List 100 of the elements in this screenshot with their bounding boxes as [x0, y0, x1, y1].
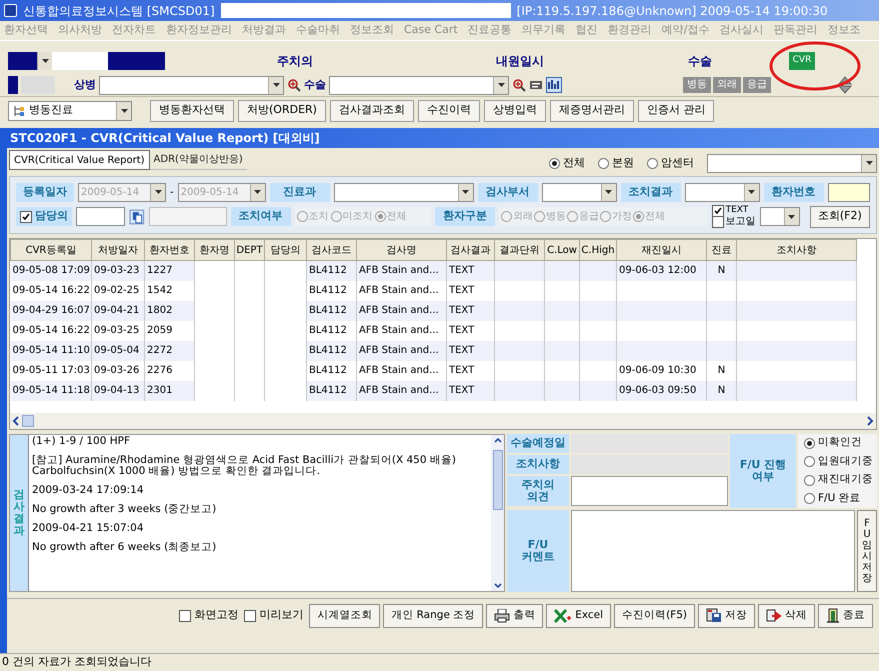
toolbar-button[interactable]: 상병입력 — [484, 100, 546, 122]
progress-radio[interactable] — [804, 493, 815, 504]
toolbar-button[interactable]: 수진이력 — [418, 100, 480, 122]
column-header[interactable]: 검사명 — [356, 240, 446, 260]
action-button[interactable]: 출력 — [486, 604, 544, 628]
site-radio[interactable] — [549, 158, 560, 168]
comment-field[interactable] — [571, 510, 855, 592]
option-checkbox[interactable] — [179, 610, 192, 622]
scroll-thumb[interactable] — [492, 450, 502, 510]
patient-type-option-label: 외래 — [513, 210, 534, 224]
status-text: 0 건의 자료가 조회되었습니다 — [1, 654, 152, 670]
patient-type-option-label: 응급 — [579, 210, 600, 224]
site-label: 암센터 — [661, 154, 694, 171]
zoom-icon[interactable] — [512, 78, 526, 92]
progress-radio[interactable] — [804, 474, 815, 486]
action-button[interactable]: 수진이력(F5) — [614, 604, 695, 628]
cvr-button[interactable]: CVR — [789, 52, 815, 70]
action-button[interactable]: 개인 Range 조정 — [383, 604, 484, 628]
report-date-checkbox[interactable] — [712, 216, 724, 228]
progress-radio[interactable] — [804, 456, 815, 468]
column-header[interactable]: 검사코드 — [306, 240, 356, 260]
range-dash: - — [170, 186, 174, 200]
option-checkbox[interactable] — [244, 610, 256, 622]
table-cell: BL4112 — [306, 380, 356, 400]
column-header[interactable]: 담당의 — [264, 240, 306, 260]
action-taken-label: 조치사항 — [507, 455, 569, 474]
option-label: 미리보기 — [259, 607, 304, 624]
action-option-label: 전체 — [386, 210, 407, 224]
result-text: 2009-03-24 17:09:14 — [32, 485, 145, 496]
card-icon[interactable] — [529, 79, 543, 91]
up-down-arrow-icon[interactable] — [838, 76, 852, 94]
doctor-filter-label: 담당의 — [35, 208, 68, 224]
mode-combo[interactable]: 병동진료 — [8, 100, 132, 120]
doctor-checkbox[interactable] — [20, 210, 32, 222]
mode-value: 병동진료 — [29, 102, 74, 118]
progress-label: F/U 진행여부 — [730, 434, 796, 508]
toolbar-button[interactable]: 병동환자선택 — [150, 100, 234, 122]
action-button[interactable]: Excel — [546, 604, 612, 628]
column-header[interactable]: DEPT — [234, 240, 264, 260]
reg-date-label: 등록일자 — [16, 182, 74, 202]
column-header[interactable]: 환자명 — [194, 240, 234, 260]
column-header[interactable]: 재진일시 — [616, 240, 706, 260]
progress-option-label: 입원대기중 — [818, 454, 873, 469]
column-header[interactable]: CVR등록일 — [10, 240, 92, 260]
table-cell: 09-06-03 09:50 — [616, 380, 706, 400]
patient-id-field[interactable] — [8, 52, 52, 70]
column-header[interactable]: C.High — [580, 240, 616, 260]
text-option-label: TEXT — [726, 206, 748, 215]
action-button[interactable]: 저장 — [698, 604, 755, 628]
doctor-field[interactable] — [76, 207, 126, 226]
column-header[interactable]: 결과단위 — [494, 240, 544, 260]
report-date-label: 보고일 — [726, 216, 756, 226]
exit-icon — [826, 608, 840, 623]
copy-icon[interactable] — [129, 208, 145, 224]
site-radio[interactable] — [598, 158, 609, 168]
tree-icon — [13, 104, 25, 116]
connection-info: [IP:119.5.197.186@Unknown] 2009-05-14 19:00:30 — [516, 2, 828, 20]
vertical-scrollbar[interactable] — [491, 435, 504, 591]
chart-icon[interactable] — [546, 77, 562, 93]
surgery-field-label: 수술 — [304, 76, 326, 93]
surgery-label: 수술 — [687, 53, 713, 70]
action-button[interactable]: 종료 — [818, 604, 873, 628]
scroll-left-icon[interactable] — [12, 416, 20, 426]
action-option-label: 미조치 — [342, 210, 373, 224]
window-title: 신통합의료정보시스템 [SMCSD01] — [23, 2, 215, 20]
column-header[interactable]: 처방일자 — [92, 240, 144, 260]
result-text: 2009-04-21 15:07:04 — [32, 523, 145, 534]
zoom-icon[interactable] — [287, 78, 301, 92]
save-icon — [706, 608, 722, 623]
action-result-label: 조치결과 — [620, 182, 681, 202]
tab[interactable]: CVR(Critical Value Report) — [9, 150, 150, 170]
column-header[interactable]: 환자번호 — [144, 240, 194, 260]
column-header[interactable]: 조치사항 — [736, 240, 856, 260]
scroll-up-icon[interactable] — [494, 437, 502, 443]
action-button[interactable]: 삭제 — [758, 604, 815, 628]
patient-type-label: 환자구분 — [435, 207, 496, 226]
scroll-thumb[interactable] — [22, 415, 34, 427]
toolbar-button[interactable]: 처방(ORDER) — [238, 100, 326, 122]
opinion-field[interactable] — [571, 476, 728, 506]
column-header[interactable]: C.Low — [544, 240, 580, 260]
toolbar-button[interactable]: 제증명서관리 — [550, 100, 634, 122]
column-header[interactable]: 검사결과 — [446, 240, 494, 260]
site-radio[interactable] — [647, 158, 658, 168]
action-label: 조치여부 — [230, 207, 291, 226]
horizontal-scrollbar[interactable] — [10, 413, 876, 429]
temp-save-button[interactable]: FU임시저장 — [857, 510, 877, 592]
scroll-down-icon[interactable] — [494, 582, 502, 589]
app-icon — [4, 4, 17, 17]
toolbar-button[interactable]: 인증서 관리 — [638, 100, 714, 122]
text-checkbox[interactable] — [712, 204, 724, 216]
scroll-right-icon[interactable] — [866, 416, 874, 426]
toolbar-button[interactable]: 검사결과조회 — [330, 100, 414, 122]
action-button[interactable]: 시계열조회 — [309, 604, 380, 628]
patient-type-option-label: 전체 — [645, 210, 666, 224]
progress-radio[interactable] — [804, 438, 815, 449]
column-header[interactable]: 진료 — [706, 240, 736, 260]
patient-no-label: 환자번호 — [764, 182, 824, 202]
search-button[interactable]: 조회(F2) — [810, 206, 870, 228]
patient-no-field[interactable] — [828, 182, 870, 202]
table-cell: 09-04-13 — [92, 380, 144, 400]
